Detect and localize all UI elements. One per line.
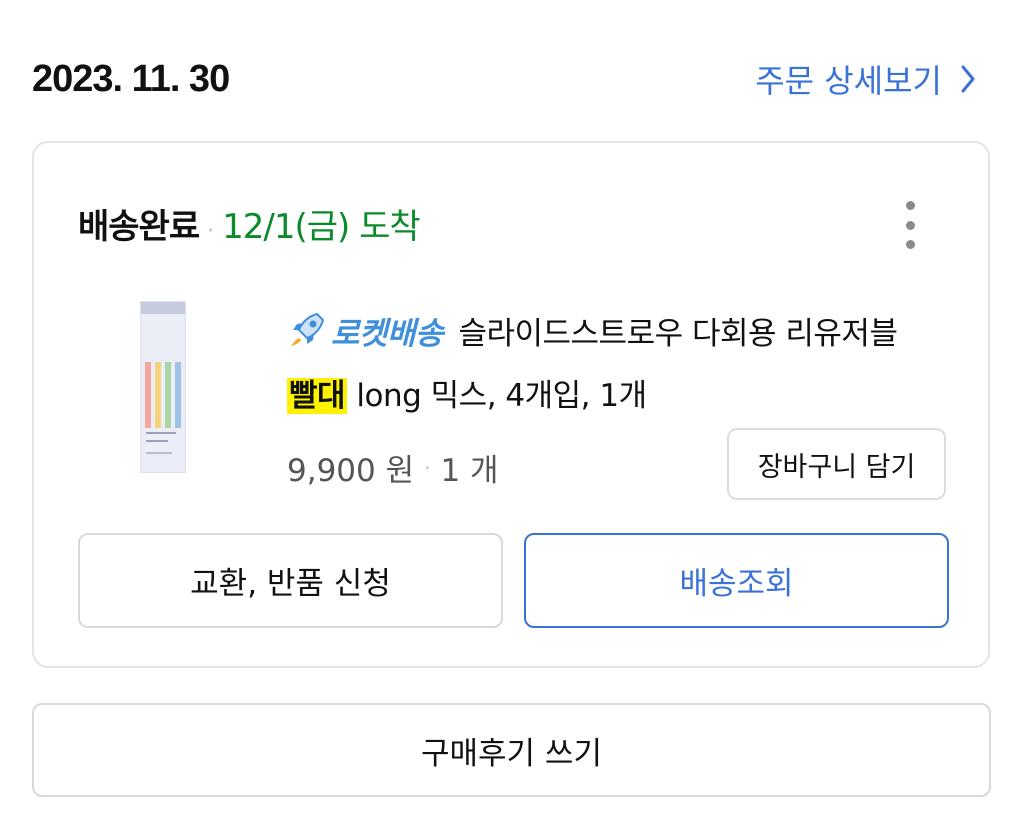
product-title-part2: long 믹스, 4개입, 1개 [356,378,647,414]
chevron-right-icon [961,65,975,93]
more-dot [905,220,915,230]
arrival-date: 12/1(금) 도착 [222,207,421,247]
product-image-band [141,302,185,314]
exchange-return-button[interactable]: 교환, 반품 신청 [78,533,503,628]
rocket-delivery-badge: 로켓배송 [331,316,444,352]
product-title-link[interactable]: 로켓배송 슬라이드스트로우 다회용 리유저블 빨대 long 믹스, 4개입, … [287,303,967,427]
product-title-part1: 슬라이드스트로우 다회용 리유저블 [458,316,898,352]
product-title: 로켓배송 슬라이드스트로우 다회용 리유저블 빨대 long 믹스, 4개입, … [287,303,967,427]
rocket-icon [291,312,325,346]
product-price: 9,900 원 [287,453,415,489]
product-quantity: 1 개 [440,453,499,489]
add-to-cart-button[interactable]: 장바구니 담기 [727,428,946,500]
more-dot [905,201,915,210]
price-row: 9,900 원 · 1 개 [287,445,499,490]
product-image[interactable] [140,301,186,473]
delivery-status: 배송완료 [78,207,200,247]
quantity-separator: · [424,455,431,480]
track-delivery-button[interactable]: 배송조회 [524,533,949,628]
delivery-status-row: 배송완료 · 12/1(금) 도착 [78,199,421,248]
order-date: 2023. 11. 30 [32,58,230,100]
order-detail-link[interactable]: 주문 상세보기 [755,56,976,102]
status-separator: · [207,219,215,244]
product-image-caption [146,452,172,454]
more-dot [905,240,915,249]
more-vertical-icon[interactable] [900,201,920,249]
write-review-button[interactable]: 구매후기 쓰기 [32,703,991,797]
product-image-caption [146,432,176,434]
product-image-straws [145,362,181,428]
order-detail-link-label: 주문 상세보기 [755,62,942,100]
order-card: 배송완료 · 12/1(금) 도착 로켓배송 슬라이드스트로우 다회용 리유저블… [32,141,990,668]
product-image-caption [146,440,168,442]
product-title-highlight: 빨대 [287,378,348,414]
